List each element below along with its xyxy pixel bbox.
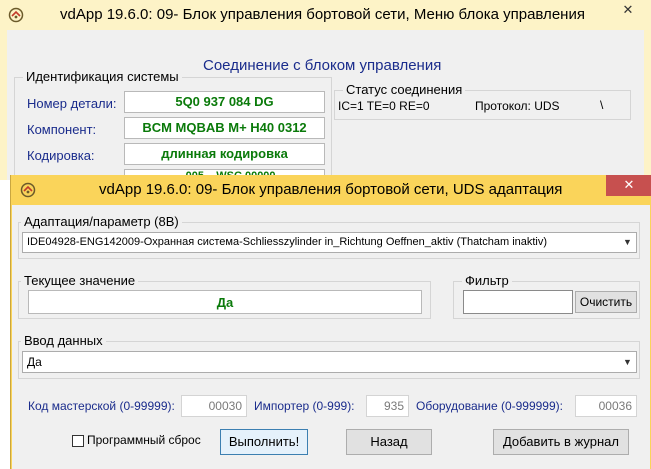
identification-legend: Идентификация системы xyxy=(23,69,182,84)
adaptation-select[interactable]: IDE04928-ENG142009-Охранная система-Schl… xyxy=(22,232,637,253)
front-window-title: vdApp 19.6.0: 09- Блок управления бортов… xyxy=(99,181,563,198)
component-field: BCM MQBAB M+ H40 0312 xyxy=(124,117,325,139)
current-value-legend: Текущее значение xyxy=(21,273,139,288)
activity-spinner: \ xyxy=(600,98,604,112)
front-window-client: Адаптация/параметр (8B) IDE04928-ENG1420… xyxy=(12,205,650,469)
current-value-field: Да xyxy=(28,290,422,314)
data-input-legend: Ввод данных xyxy=(21,333,106,348)
add-to-log-button[interactable]: Добавить в журнал xyxy=(493,429,629,455)
app-icon xyxy=(20,182,36,198)
status-text: IC=1 TE=0 RE=0 xyxy=(338,99,430,113)
back-window: vdApp 19.6.0: 09- Блок управления бортов… xyxy=(0,0,651,180)
part-number-label: Номер детали: xyxy=(27,96,117,111)
data-input-select[interactable]: Да ▼ xyxy=(22,351,637,373)
clear-filter-button[interactable]: Очистить xyxy=(575,291,637,313)
coding-label: Кодировка: xyxy=(27,148,95,163)
back-button[interactable]: Назад xyxy=(346,429,432,455)
importer-field[interactable]: 935 xyxy=(366,395,409,417)
back-window-client: Соединение с блоком управления Идентифик… xyxy=(7,30,644,180)
back-window-title: vdApp 19.6.0: 09- Блок управления бортов… xyxy=(60,6,585,23)
connection-status-group: Статус соединения IC=1 TE=0 RE=0 Протоко… xyxy=(334,82,631,120)
program-reset-label[interactable]: Программный сброс xyxy=(87,433,201,447)
equipment-label: Оборудование (0-999999): xyxy=(416,399,563,413)
back-window-titlebar[interactable]: vdApp 19.6.0: 09- Блок управления бортов… xyxy=(0,0,651,30)
importer-label: Импортер (0-999): xyxy=(254,399,355,413)
execute-button[interactable]: Выполнить! xyxy=(220,429,308,455)
dropdown-arrow-icon[interactable]: ▼ xyxy=(619,233,636,252)
filter-input[interactable] xyxy=(463,290,573,314)
close-icon[interactable]: ✕ xyxy=(605,0,651,21)
adaptation-selected-text: IDE04928-ENG142009-Охранная система-Schl… xyxy=(27,236,548,248)
dropdown-arrow-icon[interactable]: ▼ xyxy=(619,352,636,372)
equipment-field[interactable]: 00036 xyxy=(575,395,637,417)
coding-field: длинная кодировка xyxy=(124,143,325,165)
filter-legend: Фильтр xyxy=(462,273,512,288)
protocol-text: Протокол: UDS xyxy=(475,99,560,113)
front-window: vdApp 19.6.0: 09- Блок управления бортов… xyxy=(10,175,651,469)
part-number-field: 5Q0 937 084 DG xyxy=(124,91,325,113)
front-window-titlebar[interactable]: vdApp 19.6.0: 09- Блок управления бортов… xyxy=(11,175,651,205)
close-icon[interactable]: ✕ xyxy=(606,175,651,196)
component-label: Компонент: xyxy=(27,122,97,137)
connection-heading: Соединение с блоком управления xyxy=(203,57,442,74)
adaptation-legend: Адаптация/параметр (8B) xyxy=(21,214,182,229)
connection-status-legend: Статус соединения xyxy=(343,82,466,97)
workshop-code-label: Код мастерской (0-99999): xyxy=(28,399,175,413)
workshop-code-field[interactable]: 00030 xyxy=(181,395,247,417)
checkbox-icon[interactable] xyxy=(72,435,84,447)
data-input-selected-text: Да xyxy=(27,355,42,369)
app-icon xyxy=(8,7,24,23)
